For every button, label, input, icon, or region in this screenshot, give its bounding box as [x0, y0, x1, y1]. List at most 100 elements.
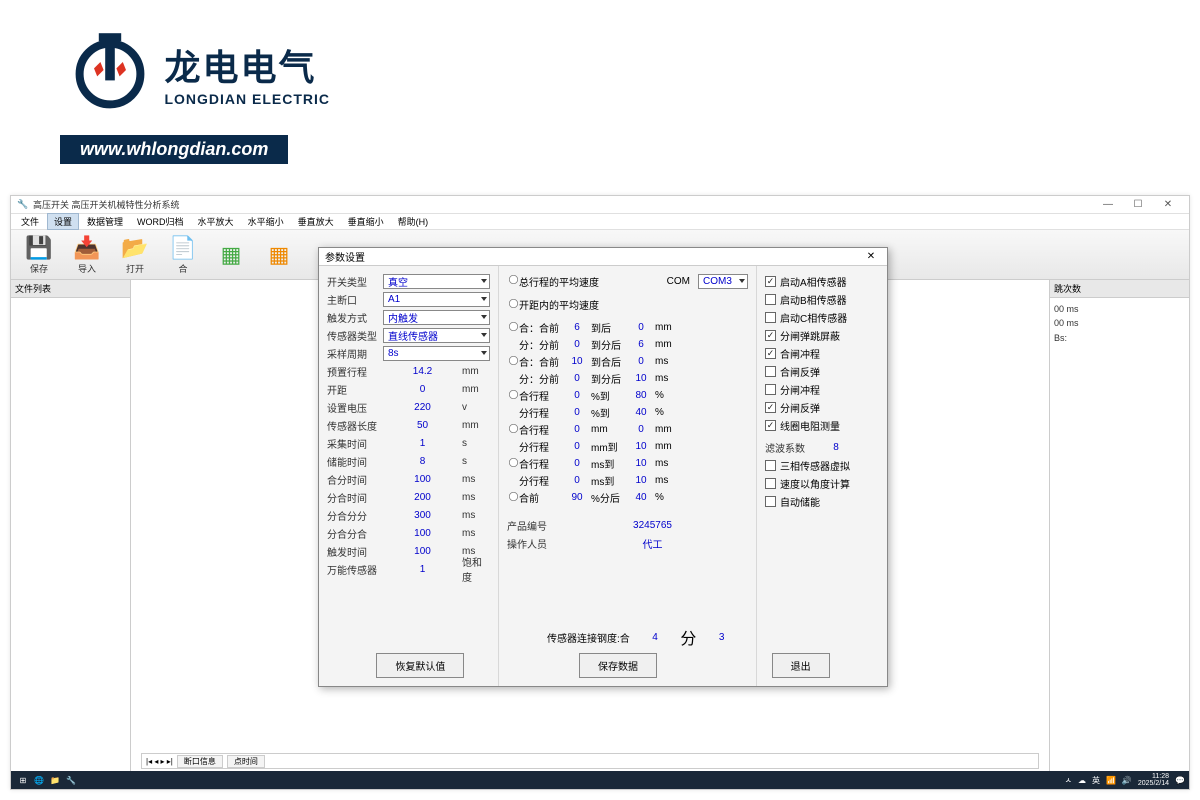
radio-row[interactable]: [509, 321, 518, 330]
checkbox[interactable]: [765, 294, 776, 305]
toolbar-btn-2[interactable]: 📂打开: [111, 231, 159, 279]
checkbox[interactable]: [765, 478, 776, 489]
mid-value[interactable]: 0: [563, 424, 591, 435]
field-value[interactable]: 220: [383, 402, 462, 413]
mid-value[interactable]: 0: [563, 475, 591, 486]
tab-time[interactable]: 点时间: [227, 755, 265, 768]
taskbar-icon[interactable]: 🔧: [66, 776, 76, 785]
toolbar-btn-0[interactable]: 💾保存: [15, 231, 63, 279]
save-data-button[interactable]: 保存数据: [579, 653, 657, 678]
checkbox[interactable]: [765, 384, 776, 395]
mid-value[interactable]: 90: [563, 492, 591, 503]
radio-row[interactable]: [509, 355, 518, 364]
tray-clock[interactable]: 11:282025/2/14: [1138, 773, 1169, 787]
dialog-close-button[interactable]: ✕: [861, 251, 881, 262]
field-value[interactable]: 100: [383, 528, 462, 539]
radio-row[interactable]: [509, 491, 518, 500]
start-button[interactable]: ⊞: [15, 776, 31, 785]
menu-8[interactable]: 帮助(H): [392, 214, 435, 229]
mid-value[interactable]: 10: [563, 356, 591, 367]
menu-1[interactable]: 设置: [47, 213, 79, 230]
tray-icon[interactable]: ㅅ: [1065, 775, 1072, 786]
menu-6[interactable]: 垂直放大: [292, 214, 340, 229]
field-value[interactable]: 200: [383, 492, 462, 503]
tray-wifi-icon[interactable]: 📶: [1106, 776, 1116, 785]
toolbar-btn-3[interactable]: 📄合: [159, 231, 207, 279]
mid-value2[interactable]: 10: [627, 458, 655, 469]
checkbox[interactable]: [765, 276, 776, 287]
field-value[interactable]: 100: [383, 474, 462, 485]
sensor-conn-v1[interactable]: 4: [630, 632, 681, 643]
field-value[interactable]: 100: [383, 546, 462, 557]
close-button[interactable]: ✕: [1153, 199, 1183, 210]
menu-5[interactable]: 水平缩小: [242, 214, 290, 229]
mid-value[interactable]: 0: [563, 373, 591, 384]
radio-row[interactable]: [509, 457, 518, 466]
checkbox[interactable]: [765, 460, 776, 471]
tray-sound-icon[interactable]: 🔊: [1122, 776, 1132, 785]
mid-value2[interactable]: 10: [627, 475, 655, 486]
menu-0[interactable]: 文件: [15, 214, 45, 229]
menu-7[interactable]: 垂直缩小: [342, 214, 390, 229]
checkbox[interactable]: [765, 348, 776, 359]
mid-value2[interactable]: 40: [627, 492, 655, 503]
select-主断口[interactable]: A1: [383, 292, 490, 307]
field-value[interactable]: 300: [383, 510, 462, 521]
minimize-button[interactable]: —: [1093, 199, 1123, 210]
com-select[interactable]: COM3: [698, 274, 748, 289]
select-采样周期[interactable]: 8s: [383, 346, 490, 361]
mid-value2[interactable]: 10: [627, 373, 655, 384]
tray-notif-icon[interactable]: 💬: [1175, 776, 1185, 785]
tray-lang[interactable]: 英: [1092, 775, 1100, 786]
mid-value2[interactable]: 10: [627, 441, 655, 452]
field-value[interactable]: 8: [383, 456, 462, 467]
mid-value2[interactable]: 80: [627, 390, 655, 401]
checkbox[interactable]: [765, 496, 776, 507]
sensor-conn-v2[interactable]: 3: [696, 632, 747, 643]
mid-value2[interactable]: 6: [627, 339, 655, 350]
mid-value[interactable]: 0: [563, 390, 591, 401]
checkbox[interactable]: [765, 366, 776, 377]
field-value[interactable]: 14.2: [383, 366, 462, 377]
taskbar-icon[interactable]: 🌐: [34, 776, 44, 785]
field-value[interactable]: 0: [383, 384, 462, 395]
menu-3[interactable]: WORD归档: [131, 214, 190, 229]
tray-icon[interactable]: ☁: [1078, 776, 1086, 785]
checkbox[interactable]: [765, 420, 776, 431]
field-value[interactable]: 50: [383, 420, 462, 431]
mid-value2[interactable]: 40: [627, 407, 655, 418]
radio-avg-total[interactable]: [509, 275, 518, 284]
checkbox[interactable]: [765, 312, 776, 323]
exit-button[interactable]: 退出: [772, 653, 830, 678]
select-触发方式[interactable]: 内触发: [383, 310, 490, 325]
field-value[interactable]: 3245765: [557, 520, 748, 531]
field-value[interactable]: 1: [383, 438, 462, 449]
select-开关类型[interactable]: 真空: [383, 274, 490, 289]
field-value[interactable]: 1: [383, 564, 462, 575]
radio-row[interactable]: [509, 423, 518, 432]
checkbox[interactable]: [765, 402, 776, 413]
mid-value[interactable]: 0: [563, 441, 591, 452]
mid-value2[interactable]: 0: [627, 356, 655, 367]
mid-value[interactable]: 6: [563, 322, 591, 333]
taskbar-icon[interactable]: 📁: [50, 776, 60, 785]
toolbar-btn-5[interactable]: ▦: [255, 231, 303, 279]
checkbox[interactable]: [765, 330, 776, 341]
mid-value[interactable]: 0: [563, 339, 591, 350]
radio-row[interactable]: [509, 389, 518, 398]
field-value[interactable]: 代工: [557, 536, 748, 551]
mid-value2[interactable]: 0: [627, 322, 655, 333]
radio-avg-dist[interactable]: [509, 298, 518, 307]
toolbar-btn-1[interactable]: 📥导入: [63, 231, 111, 279]
select-传感器类型[interactable]: 直线传感器: [383, 328, 490, 343]
tab-info[interactable]: 断口信息: [177, 755, 223, 768]
mid-value2[interactable]: 0: [627, 424, 655, 435]
toolbar-btn-4[interactable]: ▦: [207, 231, 255, 279]
maximize-button[interactable]: ☐: [1123, 199, 1153, 210]
mid-value[interactable]: 0: [563, 458, 591, 469]
mid-value[interactable]: 0: [563, 407, 591, 418]
restore-defaults-button[interactable]: 恢复默认值: [376, 653, 464, 678]
filter-value[interactable]: 8: [821, 442, 851, 453]
menu-4[interactable]: 水平放大: [192, 214, 240, 229]
menu-2[interactable]: 数据管理: [81, 214, 129, 229]
